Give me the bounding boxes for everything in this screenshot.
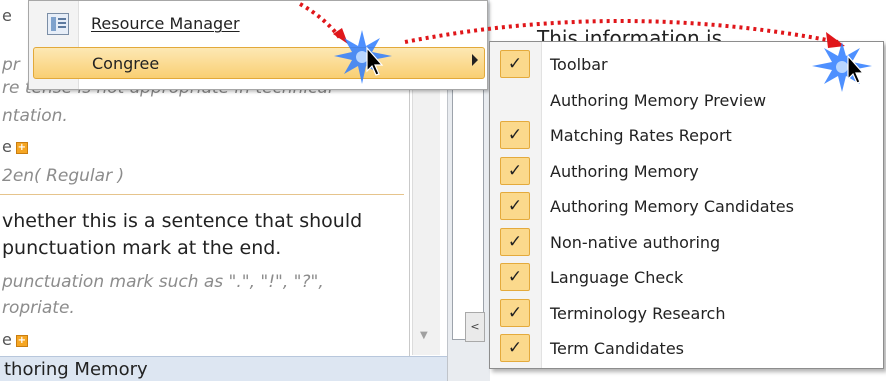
checkmark-icon: ✓ xyxy=(500,157,530,185)
submenu-item-matching-rates-report[interactable]: ✓ Matching Rates Report xyxy=(496,118,879,152)
submenu-item-authoring-memory-candidates[interactable]: ✓ Authoring Memory Candidates xyxy=(496,189,879,223)
scroll-down-icon[interactable]: ▼ xyxy=(420,330,428,341)
expand-row: e + xyxy=(2,137,28,156)
tab-authoring-memory[interactable]: thoring Memory xyxy=(0,356,490,381)
expand-plus-icon[interactable]: + xyxy=(15,334,28,347)
submenu-arrow-icon xyxy=(472,54,478,66)
checkmark-icon: ✓ xyxy=(500,121,530,149)
text-fragment: e xyxy=(2,137,12,156)
submenu-item-label: Toolbar xyxy=(550,55,608,74)
checkmark-icon: ✓ xyxy=(500,334,530,362)
checkmark-icon: ✓ xyxy=(500,50,530,78)
submenu-item-label: Authoring Memory Preview xyxy=(550,91,767,110)
submenu-item-authoring-memory[interactable]: ✓ Authoring Memory xyxy=(496,154,879,188)
expand-plus-icon[interactable]: + xyxy=(15,141,28,154)
submenu-item-toolbar[interactable]: ✓ Toolbar xyxy=(496,47,879,81)
text-fragment: 2en( Regular ) xyxy=(2,166,125,186)
menu-item-label: Congree xyxy=(92,54,160,73)
submenu-item-language-check[interactable]: ✓ Language Check xyxy=(496,260,879,294)
checkmark-icon: ✓ xyxy=(500,228,530,256)
submenu-item-label: Term Candidates xyxy=(550,339,684,358)
submenu-item-term-candidates[interactable]: ✓ Term Candidates xyxy=(496,331,879,365)
resource-manager-icon xyxy=(47,13,69,35)
text-fragment: punctuation mark at the end. xyxy=(2,237,282,259)
submenu-item-label: Terminology Research xyxy=(550,304,726,323)
submenu-item-terminology-research[interactable]: ✓ Terminology Research xyxy=(496,296,879,330)
text-fragment: ropriate. xyxy=(2,298,75,318)
submenu-item-label: Authoring Memory xyxy=(550,162,699,181)
submenu-item-label: Non-native authoring xyxy=(550,233,721,252)
tab-label: thoring Memory xyxy=(4,359,148,380)
submenu-item-label: Language Check xyxy=(550,268,684,287)
checkmark-icon: ✓ xyxy=(500,299,530,327)
congree-submenu: ✓ Toolbar Authoring Memory Preview ✓ Mat… xyxy=(489,41,884,369)
text-fragment: ntation. xyxy=(2,106,68,126)
text-fragment: e xyxy=(2,6,12,25)
divider xyxy=(0,194,404,195)
submenu-item-authoring-memory-preview[interactable]: Authoring Memory Preview xyxy=(496,83,879,117)
text-fragment: e xyxy=(2,330,12,349)
text-fragment: vhether this is a sentence that should xyxy=(2,210,363,232)
context-menu: Resource Manager Congree xyxy=(28,0,488,90)
text-fragment: pr xyxy=(2,55,20,75)
menu-item-congree[interactable]: Congree xyxy=(33,47,485,79)
expand-row: e + xyxy=(2,330,28,349)
submenu-item-label: Authoring Memory Candidates xyxy=(550,197,794,216)
submenu-item-label: Matching Rates Report xyxy=(550,126,732,145)
checkmark-icon: ✓ xyxy=(500,192,530,220)
submenu-item-non-native-authoring[interactable]: ✓ Non-native authoring xyxy=(496,225,879,259)
menu-item-resource-manager[interactable]: Resource Manager xyxy=(33,9,485,41)
checkmark-icon: ✓ xyxy=(500,263,530,291)
menu-item-label: Resource Manager xyxy=(91,14,240,33)
scroll-left-button[interactable]: < xyxy=(465,312,485,342)
text-fragment: punctuation mark such as ".", "!", "?", xyxy=(2,272,324,292)
